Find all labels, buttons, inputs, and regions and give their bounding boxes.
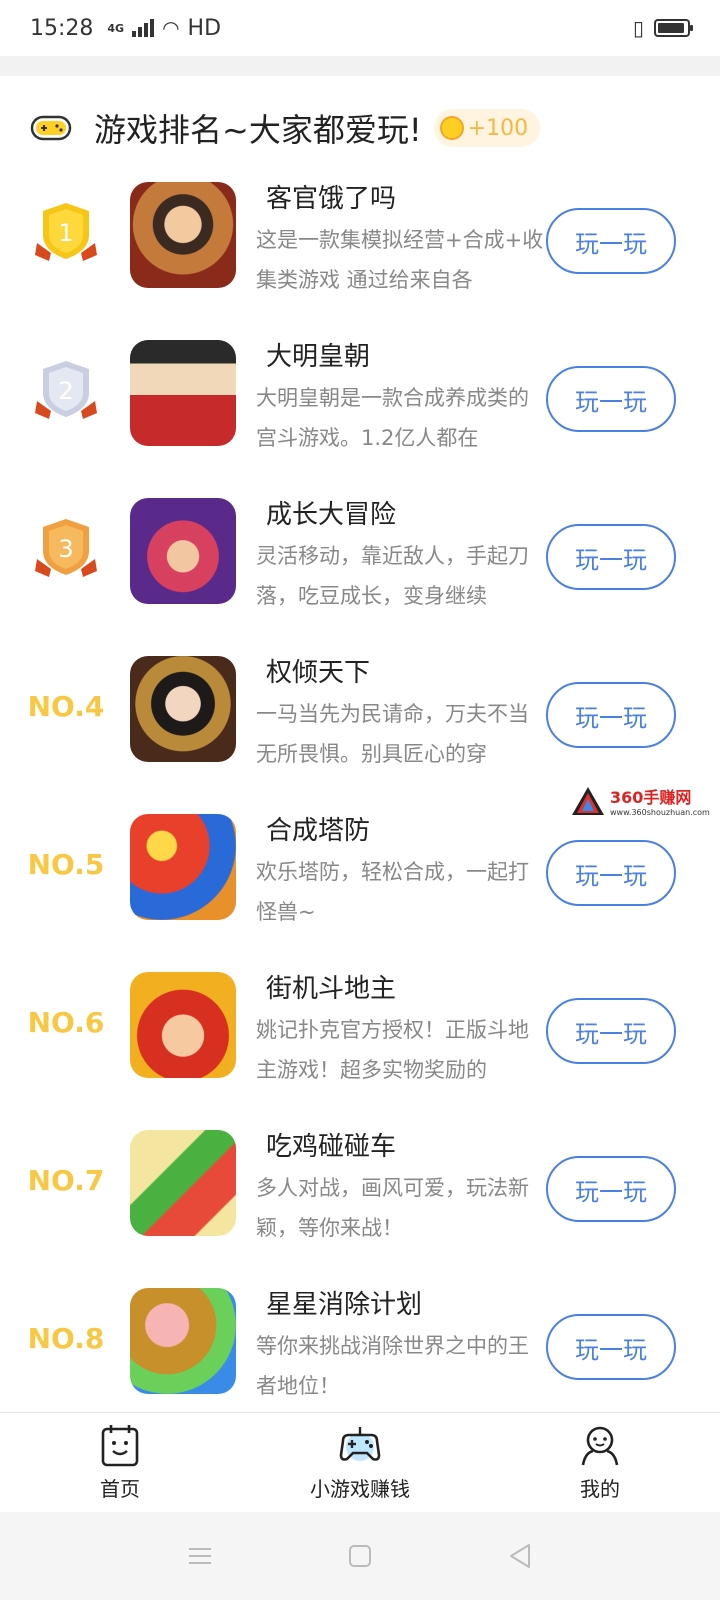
bronze-medal-icon: 3 (35, 519, 97, 577)
status-bar: 15:28 4G ◠ HD ▯ (0, 0, 720, 56)
nav-label-games: 小游戏赚钱 (310, 1477, 410, 1501)
rank-badge: NO.7 (24, 1134, 108, 1226)
game-description: 姚记扑克官方授权！正版斗地主游戏！超多实物奖励的 (256, 1018, 529, 1082)
game-row[interactable]: NO.8 星星消除计划 等你来挑战消除世界之中的王者地位！ 玩一玩 (0, 1266, 720, 1424)
game-thumbnail[interactable] (130, 814, 236, 920)
home-icon (101, 1425, 139, 1467)
rank-label: NO.4 (27, 689, 105, 723)
game-row[interactable]: 1 客官饿了吗 这是一款集模拟经营+合成+收集类游戏 通过给来自各 玩一玩 (0, 160, 720, 318)
profile-icon (581, 1426, 619, 1466)
game-thumbnail[interactable] (130, 182, 236, 288)
game-description: 这是一款集模拟经营+合成+收集类游戏 通过给来自各 (256, 228, 544, 292)
nav-label-profile: 我的 (580, 1477, 620, 1501)
game-name: 合成塔防 (266, 816, 371, 846)
rank-badge: 1 (24, 186, 108, 278)
rank-badge: NO.5 (24, 818, 108, 910)
game-description: 欢乐塔防，轻松合成，一起打怪兽~ (256, 860, 529, 924)
nav-item-home[interactable]: 首页 (0, 1413, 240, 1512)
game-description: 灵活移动，靠近敌人，手起刀落，吃豆成长，变身继续 (256, 544, 529, 608)
gamepad-icon (30, 115, 72, 141)
nav-item-games[interactable]: 小游戏赚钱 (240, 1413, 480, 1512)
game-description: 等你来挑战消除世界之中的王者地位！ (256, 1334, 529, 1398)
back-icon[interactable] (505, 1541, 535, 1571)
play-button[interactable]: 玩一玩 (546, 366, 676, 432)
game-name: 大明皇朝 (266, 342, 371, 372)
play-button[interactable]: 玩一玩 (546, 1314, 676, 1380)
battery-icon (654, 19, 693, 37)
game-thumbnail[interactable] (130, 498, 236, 604)
rank-badge: 2 (24, 344, 108, 436)
play-button[interactable]: 玩一玩 (546, 682, 676, 748)
bottom-nav: 首页 小游戏赚钱 我的 (0, 1412, 720, 1512)
game-thumbnail[interactable] (130, 340, 236, 446)
play-button[interactable]: 玩一玩 (546, 998, 676, 1064)
rank-badge: NO.4 (24, 660, 108, 752)
game-thumbnail[interactable] (130, 1130, 236, 1236)
wifi-icon: ◠ (162, 16, 180, 40)
coin-badge: +100 (433, 109, 541, 147)
rank-label: NO.5 (27, 847, 105, 881)
game-name: 星星消除计划 (266, 1290, 423, 1320)
play-button[interactable]: 玩一玩 (546, 840, 676, 906)
gamepad-icon (339, 1427, 381, 1461)
rank-badge: 3 (24, 502, 108, 594)
network-label: 4G (107, 21, 125, 35)
game-thumbnail[interactable] (130, 972, 236, 1078)
page-title: 游戏排名~大家都爱玩! (94, 111, 422, 149)
game-row[interactable]: NO.6 街机斗地主 姚记扑克官方授权！正版斗地主游戏！超多实物奖励的 玩一玩 (0, 950, 720, 1108)
hd-label: HD (187, 15, 222, 41)
game-description: 一马当先为民请命，万夫不当无所畏惧。别具匠心的穿 (256, 702, 529, 766)
game-description: 多人对战，画风可爱，玩法新颖，等你来战！ (256, 1176, 529, 1240)
game-row[interactable]: NO.4 权倾天下 一马当先为民请命，万夫不当无所畏惧。别具匠心的穿 玩一玩 (0, 634, 720, 792)
coin-icon (439, 116, 464, 140)
game-name: 成长大冒险 (266, 500, 397, 530)
nav-label-home: 首页 (100, 1477, 140, 1501)
rank-badge: NO.8 (24, 1292, 108, 1384)
game-name: 街机斗地主 (266, 974, 397, 1004)
signal-icon (132, 19, 155, 37)
game-row[interactable]: 3 成长大冒险 灵活移动，靠近敌人，手起刀落，吃豆成长，变身继续 玩一玩 (0, 476, 720, 634)
watermark-title: 360手赚网 (610, 788, 692, 807)
nav-item-profile[interactable]: 我的 (480, 1413, 720, 1512)
home-button-icon[interactable] (345, 1541, 375, 1571)
watermark-logo-icon (572, 786, 604, 815)
game-row[interactable]: 2 大明皇朝 大明皇朝是一款合成养成类的宫斗游戏。1.2亿人都在 玩一玩 (0, 318, 720, 476)
game-row[interactable]: NO.7 吃鸡碰碰车 多人对战，画风可爱，玩法新颖，等你来战！ 玩一玩 (0, 1108, 720, 1266)
rank-badge: NO.6 (24, 976, 108, 1068)
rank-label: NO.8 (27, 1321, 105, 1355)
menu-icon[interactable] (185, 1541, 215, 1571)
game-name: 客官饿了吗 (266, 184, 397, 214)
rank-number: 2 (58, 377, 73, 405)
rank-number: 3 (58, 535, 73, 563)
game-name: 权倾天下 (266, 658, 371, 688)
rank-label: NO.7 (27, 1163, 105, 1197)
game-thumbnail[interactable] (130, 656, 236, 762)
play-button[interactable]: 玩一玩 (546, 524, 676, 590)
vibrate-icon: ▯ (632, 16, 644, 40)
watermark: 360手赚网 www.360shouzhuan.com (570, 784, 710, 817)
silver-medal-icon: 2 (35, 361, 97, 419)
divider-strip (0, 56, 720, 76)
watermark-url: www.360shouzhuan.com (610, 808, 710, 817)
play-button[interactable]: 玩一玩 (546, 1156, 676, 1222)
rank-label: NO.6 (27, 1005, 105, 1039)
status-time: 15:28 (30, 15, 94, 41)
play-button[interactable]: 玩一玩 (546, 208, 676, 274)
coin-amount: +100 (467, 115, 529, 141)
rank-number: 1 (58, 219, 73, 247)
game-name: 吃鸡碰碰车 (266, 1132, 397, 1162)
game-description: 大明皇朝是一款合成养成类的宫斗游戏。1.2亿人都在 (256, 386, 529, 450)
gold-medal-icon: 1 (35, 203, 97, 261)
system-nav-bar (0, 1512, 720, 1600)
game-thumbnail[interactable] (130, 1288, 236, 1394)
section-header: 游戏排名~大家都爱玩! +100 (0, 96, 720, 160)
